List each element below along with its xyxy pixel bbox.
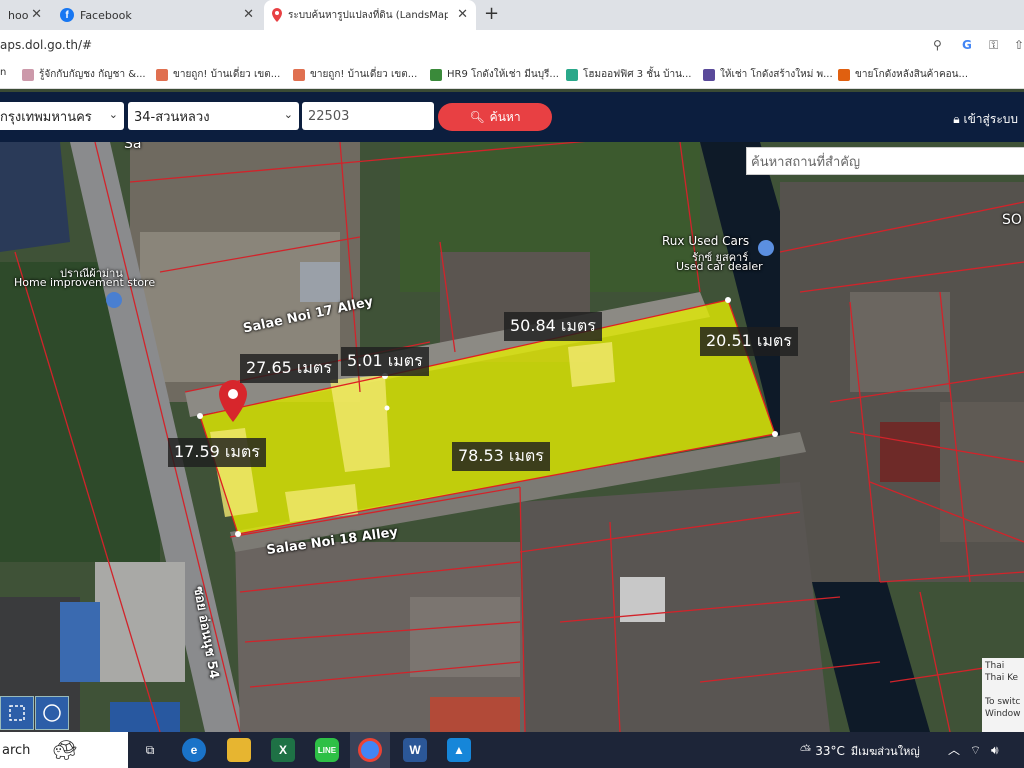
bookmark-item[interactable]: HR9 โกดังให้เช่า มีนบุรี... — [430, 67, 559, 82]
close-icon[interactable]: ✕ — [243, 7, 254, 22]
distance-label: 20.51 เมตร — [700, 327, 798, 356]
house-icon — [156, 68, 168, 81]
chevron-down-icon: ⌄ — [108, 108, 118, 121]
square-icon — [9, 705, 25, 721]
district-select[interactable]: 34-สวนหลวง ⌄ — [128, 102, 299, 130]
bookmark-item[interactable]: ขายถูก! บ้านเดี่ยว เขต... — [293, 67, 417, 82]
bookmarks-bar: n รู้จักกับกัญชง กัญชา &... ขายถูก! บ้าน… — [0, 62, 1024, 89]
key-icon[interactable]: ⚿ — [989, 38, 998, 53]
login-link[interactable]: 🔒︎ เข้าสู่ระบบ — [953, 110, 1018, 129]
place-label: Home improvement store — [14, 276, 156, 289]
bookmark-item[interactable]: ขายถูก! บ้านเดี่ยว เขต... — [156, 67, 280, 82]
location-pin-icon[interactable] — [218, 380, 248, 422]
weather-widget[interactable]: ⛅︎ 33°C มีเมฆส่วนใหญ่ — [800, 742, 920, 760]
page-icon — [22, 68, 34, 81]
house-icon — [293, 68, 305, 81]
bookmark-item[interactable]: โฮมออฟฟิศ 3 ชั้น บ้าน... — [566, 67, 691, 82]
bookmark-item[interactable]: รู้จักกับกัญชง กัญชา &... — [22, 67, 146, 82]
edge-icon[interactable]: e — [182, 738, 206, 762]
search-icon: 🔍︎ — [469, 110, 485, 124]
cloud-sun-icon: ⛅︎ — [800, 743, 812, 759]
line-icon[interactable]: LINE — [315, 738, 339, 762]
network-icon[interactable]: ⌔ — [970, 743, 981, 757]
lock-icon: 🔒︎ — [953, 112, 960, 126]
parcel-number-input[interactable]: 22503 — [302, 102, 434, 130]
bookmark-item[interactable]: ขายโกดังหลังสินค้าคอน... — [838, 67, 968, 82]
chevron-down-icon: ⌄ — [283, 108, 293, 121]
page-icon — [703, 68, 715, 81]
address-bar: aps.dol.go.th/# ⚲ G ⚿ ⇧ — [0, 30, 1024, 63]
browser-tab-bar: hoo ✕ f Facebook ✕ ระบบค้นหารูปแปลงที่ดิ… — [0, 0, 1024, 30]
excel-icon[interactable]: X — [271, 738, 295, 762]
close-icon[interactable]: ✕ — [31, 7, 42, 22]
word-icon[interactable]: W — [403, 738, 427, 762]
landmark-search-input[interactable]: ค้นหาสถานที่สำคัญ — [746, 147, 1024, 175]
share-icon[interactable]: ⇧ — [1014, 38, 1024, 52]
place-label: SO — [1002, 212, 1022, 228]
close-icon[interactable]: ✕ — [457, 7, 468, 22]
province-select[interactable]: กรุงเทพมหานคร ⌄ — [0, 102, 124, 130]
distance-label: 17.59 เมตร — [168, 438, 266, 467]
folder-icon[interactable] — [227, 738, 251, 762]
distance-label: 50.84 เมตร — [504, 312, 602, 341]
google-icon[interactable]: G — [962, 38, 972, 52]
tab-facebook[interactable]: f Facebook ✕ — [52, 0, 262, 30]
satellite-map[interactable]: ค้นหาสถานที่สำคัญ 50.84 เมตร 20.51 เมตร … — [0, 142, 1024, 732]
distance-label: 5.01 เมตร — [341, 347, 429, 376]
chrome-icon[interactable] — [358, 738, 382, 762]
tab-label: Facebook — [80, 8, 132, 22]
draw-circle-button[interactable] — [35, 696, 69, 730]
tab-landsmaps[interactable]: ระบบค้นหารูปแปลงที่ดิน (LandsMaps) ✕ — [264, 0, 476, 30]
car-dealer-icon[interactable] — [758, 240, 774, 256]
page-icon — [838, 68, 850, 81]
map-imagery — [0, 142, 1024, 732]
system-tray[interactable]: ︿ ⌔ 🔊︎ — [948, 741, 999, 758]
location-icon[interactable]: ⚲ — [933, 38, 942, 52]
search-button[interactable]: 🔍︎ ค้นหา — [438, 103, 552, 131]
place-label: Sa — [124, 142, 142, 152]
site-search-bar: กรุงเทพมหานคร ⌄ 34-สวนหลวง ⌄ 22503 🔍︎ ค้… — [0, 92, 1024, 142]
distance-label: 78.53 เมตร — [452, 442, 550, 471]
tab-label: hoo — [8, 8, 29, 22]
location-pin-icon — [272, 8, 282, 22]
task-view-icon[interactable]: ⧉ — [138, 738, 162, 762]
bookmark-item[interactable]: n — [0, 67, 6, 78]
turtle-icon: 🐢︎ — [52, 738, 78, 762]
photos-icon[interactable]: ▲ — [447, 738, 471, 762]
new-tab-button[interactable]: + — [484, 3, 499, 24]
draw-rectangle-button[interactable] — [0, 696, 34, 730]
place-label: Used car dealer — [676, 260, 763, 273]
circle-icon — [43, 704, 61, 722]
tab-label: ระบบค้นหารูปแปลงที่ดิน (LandsMaps) — [288, 9, 448, 21]
url-field[interactable]: aps.dol.go.th/# — [0, 38, 92, 52]
store-icon[interactable] — [106, 292, 122, 308]
taskbar: arch 🐢︎ ⧉ e X LINE W ▲ ⛅︎ 33°C มีเมฆส่วน… — [0, 732, 1024, 768]
facebook-icon: f — [60, 8, 74, 22]
bookmark-item[interactable]: ให้เช่า โกดังสร้างใหม่ พ... — [703, 67, 833, 82]
tab-yahoo[interactable]: hoo ✕ — [0, 0, 50, 30]
speaker-icon[interactable]: 🔊︎ — [991, 743, 999, 757]
image-icon — [430, 68, 442, 81]
page-icon — [566, 68, 578, 81]
taskbar-search[interactable]: arch 🐢︎ — [0, 732, 128, 768]
chevron-up-icon[interactable]: ︿ — [948, 743, 960, 757]
language-notification[interactable]: Thai Thai Ke To switc Window — [982, 658, 1024, 732]
distance-label: 27.65 เมตร — [240, 354, 338, 383]
place-label: Rux Used Cars — [662, 234, 750, 248]
